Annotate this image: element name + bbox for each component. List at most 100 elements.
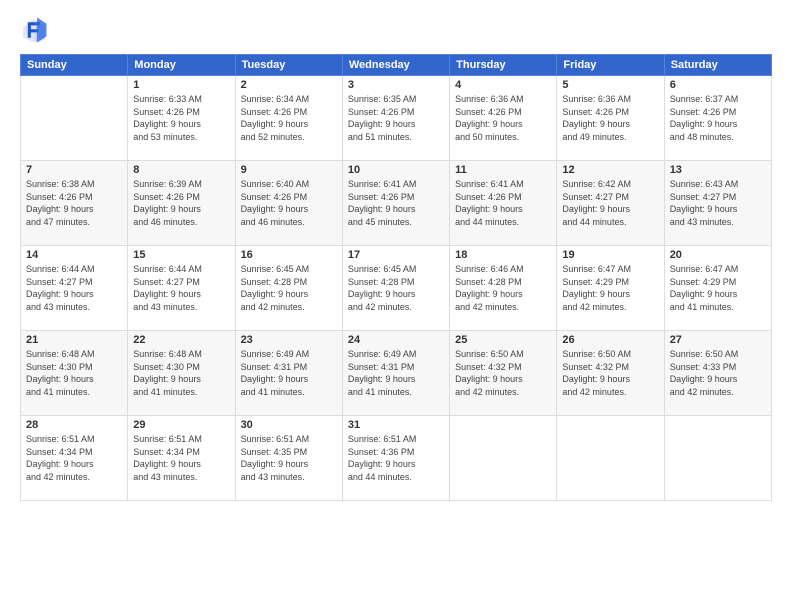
cell-info: Sunrise: 6:43 AMSunset: 4:27 PMDaylight:… xyxy=(670,178,766,228)
calendar-cell xyxy=(557,416,664,501)
calendar-week-row: 28 Sunrise: 6:51 AMSunset: 4:34 PMDayligh… xyxy=(21,416,772,501)
calendar-cell: 12 Sunrise: 6:42 AMSunset: 4:27 PMDayligh… xyxy=(557,161,664,246)
cell-info: Sunrise: 6:50 AMSunset: 4:33 PMDaylight:… xyxy=(670,348,766,398)
calendar-cell: 6 Sunrise: 6:37 AMSunset: 4:26 PMDaylight… xyxy=(664,76,771,161)
day-number: 28 xyxy=(26,419,122,431)
day-number: 24 xyxy=(348,334,444,346)
weekday-header: Sunday xyxy=(21,55,128,76)
weekday-header: Saturday xyxy=(664,55,771,76)
day-number: 31 xyxy=(348,419,444,431)
day-number: 25 xyxy=(455,334,551,346)
calendar-cell: 21 Sunrise: 6:48 AMSunset: 4:30 PMDayligh… xyxy=(21,331,128,416)
cell-info: Sunrise: 6:49 AMSunset: 4:31 PMDaylight:… xyxy=(241,348,337,398)
calendar-cell: 19Sunrise: 6:47 AMSunset: 4:29 PMDayligh… xyxy=(557,246,664,331)
day-number: 26 xyxy=(562,334,658,346)
cell-info: Sunrise: 6:51 AMSunset: 4:35 PMDaylight:… xyxy=(241,433,337,483)
day-number: 10 xyxy=(348,164,444,176)
logo xyxy=(20,16,54,44)
calendar-cell: 14 Sunrise: 6:44 AMSunset: 4:27 PMDayligh… xyxy=(21,246,128,331)
calendar-cell: 17Sunrise: 6:45 AMSunset: 4:28 PMDayligh… xyxy=(342,246,449,331)
cell-info: Sunrise: 6:51 AMSunset: 4:36 PMDaylight:… xyxy=(348,433,444,483)
calendar-cell: 10 Sunrise: 6:41 AMSunset: 4:26 PMDayligh… xyxy=(342,161,449,246)
cell-info: Sunrise: 6:48 AMSunset: 4:30 PMDaylight:… xyxy=(26,348,122,398)
day-number: 22 xyxy=(133,334,229,346)
cell-info: Sunrise: 6:50 AMSunset: 4:32 PMDaylight:… xyxy=(455,348,551,398)
day-number: 6 xyxy=(670,79,766,91)
weekday-header: Wednesday xyxy=(342,55,449,76)
cell-info: Sunrise: 6:44 AMSunset: 4:27 PMDaylight:… xyxy=(133,263,229,313)
calendar-cell: 13 Sunrise: 6:43 AMSunset: 4:27 PMDayligh… xyxy=(664,161,771,246)
day-number: 8 xyxy=(133,164,229,176)
calendar-cell: 8 Sunrise: 6:39 AMSunset: 4:26 PMDaylight… xyxy=(128,161,235,246)
weekday-header: Friday xyxy=(557,55,664,76)
cell-info: Sunrise: 6:41 AMSunset: 4:26 PMDaylight:… xyxy=(455,178,551,228)
calendar-cell: 16Sunrise: 6:45 AMSunset: 4:28 PMDayligh… xyxy=(235,246,342,331)
calendar-week-row: 14 Sunrise: 6:44 AMSunset: 4:27 PMDayligh… xyxy=(21,246,772,331)
calendar-cell: 18 Sunrise: 6:46 AMSunset: 4:28 PMDayligh… xyxy=(450,246,557,331)
cell-info: Sunrise: 6:37 AMSunset: 4:26 PMDaylight:… xyxy=(670,93,766,143)
day-number: 1 xyxy=(133,79,229,91)
day-number: 20 xyxy=(670,249,766,261)
cell-info: Sunrise: 6:50 AMSunset: 4:32 PMDaylight:… xyxy=(562,348,658,398)
cell-info: Sunrise: 6:35 AMSunset: 4:26 PMDaylight:… xyxy=(348,93,444,143)
calendar-cell: 2Sunrise: 6:34 AMSunset: 4:26 PMDaylight… xyxy=(235,76,342,161)
cell-info: Sunrise: 6:33 AMSunset: 4:26 PMDaylight:… xyxy=(133,93,229,143)
calendar-cell: 20Sunrise: 6:47 AMSunset: 4:29 PMDayligh… xyxy=(664,246,771,331)
day-number: 14 xyxy=(26,249,122,261)
calendar-cell xyxy=(450,416,557,501)
cell-info: Sunrise: 6:49 AMSunset: 4:31 PMDaylight:… xyxy=(348,348,444,398)
day-number: 15 xyxy=(133,249,229,261)
calendar-cell: 3 Sunrise: 6:35 AMSunset: 4:26 PMDaylight… xyxy=(342,76,449,161)
cell-info: Sunrise: 6:36 AMSunset: 4:26 PMDaylight:… xyxy=(562,93,658,143)
calendar-cell xyxy=(21,76,128,161)
calendar-cell: 7Sunrise: 6:38 AMSunset: 4:26 PMDaylight… xyxy=(21,161,128,246)
calendar-cell: 28 Sunrise: 6:51 AMSunset: 4:34 PMDayligh… xyxy=(21,416,128,501)
cell-info: Sunrise: 6:41 AMSunset: 4:26 PMDaylight:… xyxy=(348,178,444,228)
day-number: 30 xyxy=(241,419,337,431)
calendar-week-row: 21 Sunrise: 6:48 AMSunset: 4:30 PMDayligh… xyxy=(21,331,772,416)
cell-info: Sunrise: 6:44 AMSunset: 4:27 PMDaylight:… xyxy=(26,263,122,313)
day-number: 16 xyxy=(241,249,337,261)
calendar-table: SundayMondayTuesdayWednesdayThursdayFrid… xyxy=(20,54,772,501)
calendar-cell: 1 Sunrise: 6:33 AMSunset: 4:26 PMDaylight… xyxy=(128,76,235,161)
calendar-cell: 15 Sunrise: 6:44 AMSunset: 4:27 PMDayligh… xyxy=(128,246,235,331)
calendar-cell xyxy=(664,416,771,501)
day-number: 4 xyxy=(455,79,551,91)
cell-info: Sunrise: 6:51 AMSunset: 4:34 PMDaylight:… xyxy=(133,433,229,483)
day-number: 23 xyxy=(241,334,337,346)
day-number: 18 xyxy=(455,249,551,261)
cell-info: Sunrise: 6:48 AMSunset: 4:30 PMDaylight:… xyxy=(133,348,229,398)
calendar-cell: 23 Sunrise: 6:49 AMSunset: 4:31 PMDayligh… xyxy=(235,331,342,416)
weekday-header: Monday xyxy=(128,55,235,76)
day-number: 21 xyxy=(26,334,122,346)
cell-info: Sunrise: 6:39 AMSunset: 4:26 PMDaylight:… xyxy=(133,178,229,228)
day-number: 19 xyxy=(562,249,658,261)
page: SundayMondayTuesdayWednesdayThursdayFrid… xyxy=(0,0,792,612)
day-number: 3 xyxy=(348,79,444,91)
calendar-cell: 25 Sunrise: 6:50 AMSunset: 4:32 PMDayligh… xyxy=(450,331,557,416)
calendar-cell: 27 Sunrise: 6:50 AMSunset: 4:33 PMDayligh… xyxy=(664,331,771,416)
calendar-week-row: 7Sunrise: 6:38 AMSunset: 4:26 PMDaylight… xyxy=(21,161,772,246)
cell-info: Sunrise: 6:42 AMSunset: 4:27 PMDaylight:… xyxy=(562,178,658,228)
calendar-week-row: 1 Sunrise: 6:33 AMSunset: 4:26 PMDaylight… xyxy=(21,76,772,161)
day-number: 7 xyxy=(26,164,122,176)
day-number: 29 xyxy=(133,419,229,431)
header xyxy=(20,16,772,44)
calendar-cell: 22 Sunrise: 6:48 AMSunset: 4:30 PMDayligh… xyxy=(128,331,235,416)
weekday-header: Thursday xyxy=(450,55,557,76)
cell-info: Sunrise: 6:51 AMSunset: 4:34 PMDaylight:… xyxy=(26,433,122,483)
calendar-cell: 9Sunrise: 6:40 AMSunset: 4:26 PMDaylight… xyxy=(235,161,342,246)
day-number: 27 xyxy=(670,334,766,346)
weekday-header: Tuesday xyxy=(235,55,342,76)
day-number: 12 xyxy=(562,164,658,176)
day-number: 11 xyxy=(455,164,551,176)
calendar-cell: 11 Sunrise: 6:41 AMSunset: 4:26 PMDayligh… xyxy=(450,161,557,246)
cell-info: Sunrise: 6:46 AMSunset: 4:28 PMDaylight:… xyxy=(455,263,551,313)
cell-info: Sunrise: 6:34 AMSunset: 4:26 PMDaylight:… xyxy=(241,93,337,143)
calendar-cell: 30 Sunrise: 6:51 AMSunset: 4:35 PMDayligh… xyxy=(235,416,342,501)
day-number: 5 xyxy=(562,79,658,91)
calendar-cell: 31 Sunrise: 6:51 AMSunset: 4:36 PMDayligh… xyxy=(342,416,449,501)
cell-info: Sunrise: 6:40 AMSunset: 4:26 PMDaylight:… xyxy=(241,178,337,228)
day-number: 13 xyxy=(670,164,766,176)
calendar-cell: 29 Sunrise: 6:51 AMSunset: 4:34 PMDayligh… xyxy=(128,416,235,501)
